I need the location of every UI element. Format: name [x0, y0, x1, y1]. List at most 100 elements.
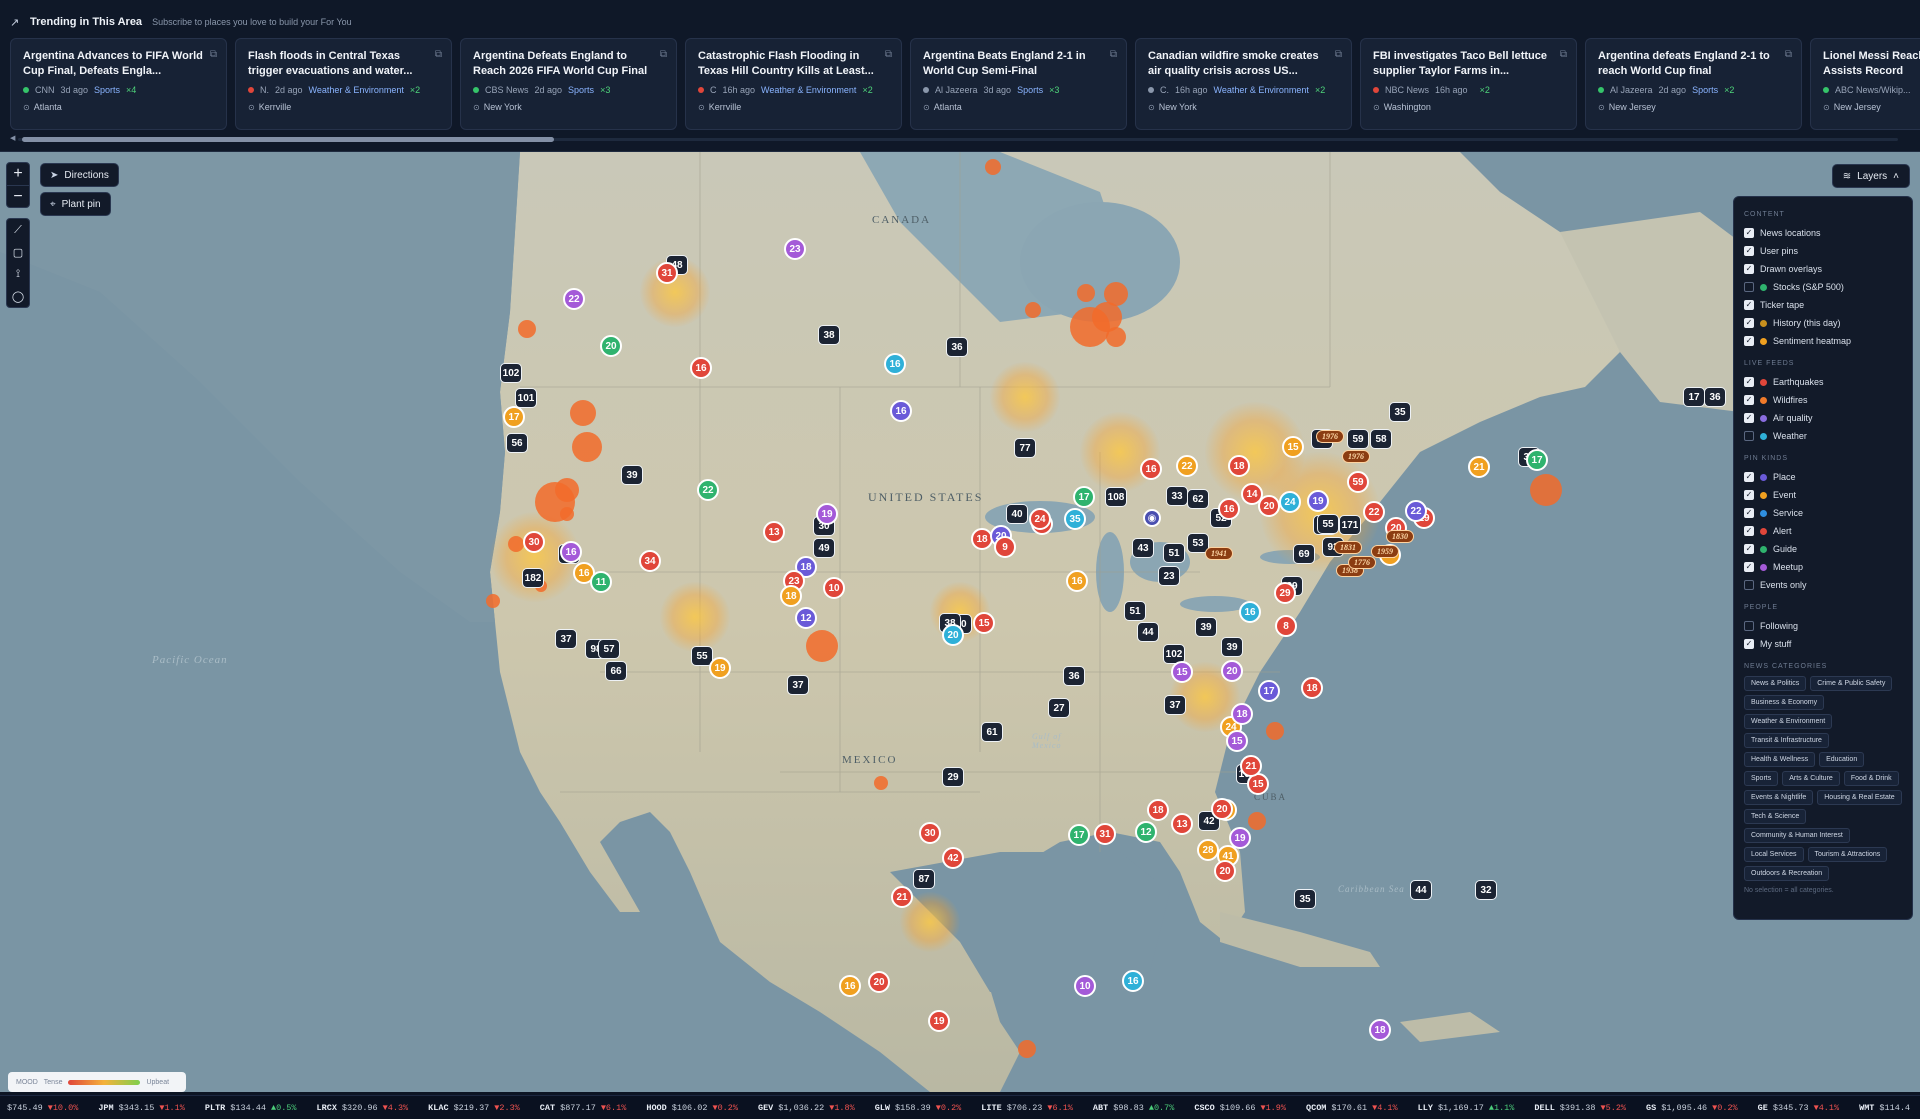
category-chip[interactable]: Tech & Science — [1744, 809, 1807, 824]
layer-option[interactable]: ✓ News locations — [1744, 224, 1902, 242]
ticker-item[interactable]: LRCX $320.96 ▼4.3% — [317, 1103, 409, 1113]
news-pin-marker[interactable]: 30 — [919, 822, 941, 844]
category-chip[interactable]: Sports — [1744, 771, 1779, 786]
news-pin-marker[interactable]: 16 — [1066, 570, 1088, 592]
news-cluster-marker[interactable]: 182 — [522, 568, 544, 588]
trending-card[interactable]: Lionel Messi Reaches Cup Assists Record⧉… — [1810, 38, 1920, 130]
news-cluster-marker[interactable]: 43 — [1132, 538, 1154, 558]
wildfire-marker[interactable] — [985, 159, 1001, 175]
history-marker[interactable]: 1976 — [1316, 430, 1344, 443]
checkbox[interactable]: ✓ — [1744, 246, 1754, 256]
card-location[interactable]: ⊙ New York — [1148, 102, 1339, 112]
external-link-icon[interactable]: ⧉ — [210, 49, 217, 60]
checkbox[interactable]: ✓ — [1744, 562, 1754, 572]
news-cluster-marker[interactable]: 101 — [515, 388, 537, 408]
card-category[interactable]: Sports — [94, 85, 120, 95]
news-cluster-marker[interactable]: 36 — [946, 337, 968, 357]
ticker-item[interactable]: JPM $343.15 ▼1.1% — [98, 1103, 185, 1113]
news-pin-marker[interactable]: 31 — [1094, 823, 1116, 845]
news-pin-marker[interactable]: 19 — [709, 657, 731, 679]
ticker-item[interactable]: LLY $1,169.17 ▲1.1% — [1418, 1103, 1515, 1113]
checkbox[interactable]: ✓ — [1744, 526, 1754, 536]
news-pin-marker[interactable]: 20 — [942, 624, 964, 646]
news-cluster-marker[interactable]: 44 — [1137, 622, 1159, 642]
news-cluster-marker[interactable]: 59 — [1347, 429, 1369, 449]
news-pin-marker[interactable]: 20 — [1221, 660, 1243, 682]
ticker-item[interactable]: GE $345.73 ▼4.1% — [1758, 1103, 1839, 1113]
external-link-icon[interactable]: ⧉ — [885, 49, 892, 60]
news-pin-marker[interactable]: 34 — [639, 550, 661, 572]
news-cluster-marker[interactable]: 55 — [1317, 514, 1339, 534]
news-cluster-marker[interactable]: 62 — [1187, 489, 1209, 509]
news-pin-marker[interactable]: 21 — [1240, 755, 1262, 777]
news-pin-marker[interactable]: 20 — [1214, 860, 1236, 882]
news-cluster-marker[interactable]: 36 — [1704, 387, 1726, 407]
news-pin-marker[interactable]: 15 — [1226, 730, 1248, 752]
card-location[interactable]: ⊙ Kerrville — [248, 102, 439, 112]
news-pin-marker[interactable]: 20 — [868, 971, 890, 993]
layer-option[interactable]: ✓ History (this day) — [1744, 314, 1902, 332]
layer-option[interactable]: Following — [1744, 617, 1902, 635]
ticker-item[interactable]: GEV $1,036.22 ▼1.8% — [758, 1103, 855, 1113]
news-pin-marker[interactable]: 18 — [1301, 677, 1323, 699]
news-cluster-marker[interactable]: 108 — [1105, 487, 1127, 507]
checkbox[interactable]: ✓ — [1744, 544, 1754, 554]
checkbox[interactable]: ✓ — [1744, 336, 1754, 346]
news-pin-marker[interactable]: 17 — [1068, 824, 1090, 846]
news-pin-marker[interactable]: 13 — [763, 521, 785, 543]
zoom-out-button[interactable]: − — [7, 185, 29, 207]
draw-path-icon[interactable]: ⟟ — [7, 263, 29, 285]
category-chip[interactable]: Education — [1819, 752, 1865, 767]
news-cluster-marker[interactable]: 36 — [1063, 666, 1085, 686]
news-cluster-marker[interactable]: 66 — [605, 661, 627, 681]
news-cluster-marker[interactable]: 56 — [506, 433, 528, 453]
news-pin-marker[interactable]: 16 — [1218, 498, 1240, 520]
trending-card[interactable]: Canadian wildfire smoke creates air qual… — [1135, 38, 1352, 130]
category-chip[interactable]: Tourism & Attractions — [1807, 847, 1888, 862]
news-pin-marker[interactable]: 15 — [1171, 661, 1193, 683]
directions-button[interactable]: ➤ Directions — [40, 163, 119, 187]
news-cluster-marker[interactable]: 61 — [981, 722, 1003, 742]
news-cluster-marker[interactable]: 77 — [1014, 438, 1036, 458]
news-pin-marker[interactable]: 15 — [1282, 436, 1304, 458]
ticker-item[interactable]: QCOM $170.61 ▼4.1% — [1306, 1103, 1398, 1113]
wildfire-marker[interactable] — [1077, 284, 1095, 302]
card-location[interactable]: ⊙ New York — [473, 102, 664, 112]
news-cluster-marker[interactable]: 27 — [1048, 698, 1070, 718]
trending-card[interactable]: FBI investigates Taco Bell lettuce suppl… — [1360, 38, 1577, 130]
news-pin-marker[interactable]: 18 — [1147, 799, 1169, 821]
ticker-item[interactable]: KLAC $219.37 ▼2.3% — [428, 1103, 520, 1113]
layer-option[interactable]: ✓ Sentiment heatmap — [1744, 332, 1902, 350]
ticker-item[interactable]: GLW $158.39 ▼0.2% — [875, 1103, 962, 1113]
checkbox[interactable] — [1744, 621, 1754, 631]
news-pin-marker[interactable]: 19 — [928, 1010, 950, 1032]
draw-circle-icon[interactable]: ◯ — [7, 285, 29, 307]
news-pin-marker[interactable]: 17 — [1258, 680, 1280, 702]
card-category[interactable]: Sports — [1017, 85, 1043, 95]
wildfire-marker[interactable] — [572, 432, 602, 462]
category-chip[interactable]: News & Politics — [1744, 676, 1807, 691]
news-cluster-marker[interactable]: 33 — [1166, 486, 1188, 506]
card-category[interactable]: Weather & Environment — [309, 85, 404, 95]
news-pin-marker[interactable]: 23 — [784, 238, 806, 260]
layer-option[interactable]: ✓ Ticker tape — [1744, 296, 1902, 314]
card-location[interactable]: ⊙ Washington — [1373, 102, 1564, 112]
ticker-item[interactable]: WMT $114.4 — [1859, 1103, 1915, 1113]
news-pin-marker[interactable]: 42 — [942, 847, 964, 869]
news-pin-marker[interactable]: 21 — [891, 886, 913, 908]
news-pin-marker[interactable]: 10 — [1074, 975, 1096, 997]
news-pin-marker[interactable]: 16 — [1140, 458, 1162, 480]
checkbox[interactable] — [1744, 282, 1754, 292]
wildfire-marker[interactable] — [508, 536, 524, 552]
ticker-item[interactable]: LITE $706.23 ▼6.1% — [981, 1103, 1073, 1113]
news-pin-marker[interactable]: 13 — [1171, 813, 1193, 835]
checkbox[interactable]: ✓ — [1744, 639, 1754, 649]
news-pin-marker[interactable]: 30 — [523, 531, 545, 553]
category-chip[interactable]: Housing & Real Estate — [1817, 790, 1902, 805]
layer-option[interactable]: ✓ My stuff — [1744, 635, 1902, 653]
news-cluster-marker[interactable]: 23 — [1158, 566, 1180, 586]
news-pin-marker[interactable]: 18 — [780, 585, 802, 607]
layers-toggle-button[interactable]: ≋ Layers ˄ — [1831, 164, 1910, 188]
checkbox[interactable]: ✓ — [1744, 395, 1754, 405]
ticker-item[interactable]: ABT $98.83 ▲0.7% — [1093, 1103, 1174, 1113]
